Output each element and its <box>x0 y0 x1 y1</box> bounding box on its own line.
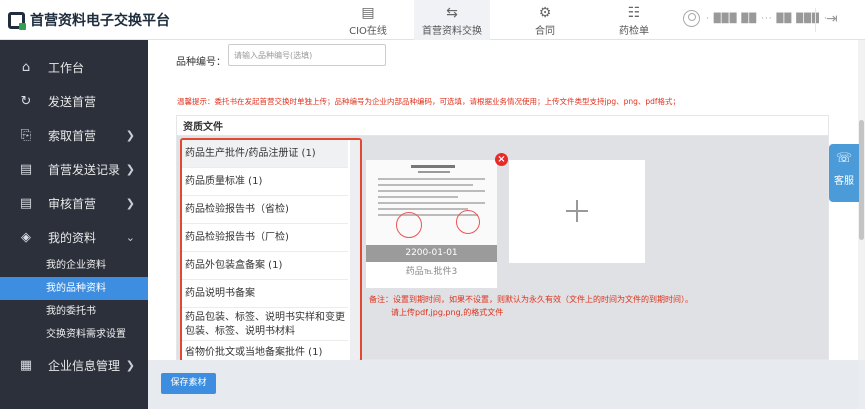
sidebar-item-label: 首营发送记录 <box>48 162 121 177</box>
app-logo[interactable]: 首营资料电子交换平台 <box>8 10 170 30</box>
nav-label: 首营资料交换 <box>422 26 482 37</box>
nav-contract[interactable]: ⚙ 合同 <box>507 0 583 40</box>
user-name: · ███ ██ ··· ██ ███ · <box>706 13 828 24</box>
document-type-item[interactable]: 省物价批文或当地备案批件 (1) <box>182 341 348 360</box>
sidebar-item-request[interactable]: ⎘ 索取首营 ❯ <box>0 118 148 152</box>
sidebar: ⌂ 工作台 ↻ 发送首营 ⎘ 索取首营 ❯ ▤ 首营发送记录 ❯ ▤ 审核首营 … <box>0 40 148 409</box>
send-icon: ↻ <box>20 93 32 109</box>
nav-label: 合同 <box>535 26 555 37</box>
uploaded-file-card[interactable]: 2200-01-01 药品℡批件3 <box>366 160 497 288</box>
sidebar-item-audit[interactable]: ▤ 审核首营 ❯ <box>0 186 148 220</box>
request-icon: ⎘ <box>20 127 32 143</box>
divider <box>815 8 816 32</box>
logout-icon[interactable]: ⇥ <box>826 11 838 27</box>
avatar-icon <box>683 10 700 27</box>
nav-label: 药检单 <box>619 26 649 37</box>
sidebar-item-workbench[interactable]: ⌂ 工作台 <box>0 50 148 84</box>
sidebar-item-label: 审核首营 <box>48 196 97 211</box>
document-preview-image[interactable] <box>366 160 497 245</box>
chevron-right-icon: ❯ <box>125 162 135 176</box>
variety-code-label: 品种编号： <box>176 57 226 68</box>
sidebar-item-label: 发送首营 <box>48 94 97 109</box>
document-type-item[interactable]: 药品质量标准 (1) <box>182 168 348 196</box>
top-bar: 首营资料电子交换平台 ▤ CIO在线 ⇆ 首营资料交换 ⚙ 合同 ☷ 药检单 ·… <box>0 0 865 40</box>
document-type-item[interactable]: 药品检验报告书（厂检) <box>182 224 348 252</box>
nav-cio-online[interactable]: ▤ CIO在线 <box>330 0 406 40</box>
nav-drug-inspection[interactable]: ☷ 药检单 <box>596 0 672 40</box>
sidebar-item-label: 索取首营 <box>48 128 97 143</box>
logo-icon <box>8 11 26 30</box>
sidebar-item-label: 我的资料 <box>48 230 97 245</box>
sidebar-item-records[interactable]: ▤ 首营发送记录 ❯ <box>0 152 148 186</box>
company-icon: ▦ <box>19 357 33 373</box>
chevron-down-icon: ⌄ <box>125 230 135 244</box>
home-icon: ⌂ <box>21 59 31 75</box>
customer-service-button[interactable]: ☏ 客服 <box>829 144 859 202</box>
sidebar-item-my-data[interactable]: ◈ 我的资料 ⌄ <box>0 220 148 254</box>
file-format-note: 请上传pdf,jpg,png,的格式文件 <box>391 308 504 317</box>
user-menu[interactable]: · ███ ██ ··· ██ ███ · <box>683 10 828 27</box>
main-content: 品种编号： 温馨提示：委托书在发起首营交换时单独上传；品种编号为企业内部品种编码… <box>148 40 858 360</box>
variety-code-input[interactable] <box>228 44 386 66</box>
chevron-right-icon: ❯ <box>125 358 135 372</box>
sidebar-item-company-info[interactable]: ▦ 企业信息管理 ❯ <box>0 348 148 382</box>
main-scrollbar[interactable] <box>858 40 865 360</box>
sidebar-subitem-power-of-attorney[interactable]: 我的委托书 <box>0 300 148 323</box>
expiry-note: 备注：设置到期时间，如果不设置，则默认为永久有效（文件上的时间为文件的到期时间）… <box>369 295 693 304</box>
file-name: 药品℡批件3 <box>405 267 458 277</box>
contract-icon: ⚙ <box>538 5 552 21</box>
exchange-icon: ⇆ <box>446 5 458 21</box>
add-file-button[interactable] <box>509 160 645 263</box>
sidebar-subitem-company-data[interactable]: 我的企业资料 <box>0 254 148 277</box>
nav-first-exchange[interactable]: ⇆ 首营资料交换 <box>414 0 490 40</box>
cio-online-icon: ▤ <box>361 5 375 21</box>
document-type-list: 药品生产批件/药品注册证 (1) 药品质量标准 (1) 药品检验报告书（省检) … <box>180 138 362 360</box>
layers-icon: ◈ <box>21 229 31 245</box>
bottom-action-bar: 保存素材 <box>148 360 858 409</box>
sidebar-item-send[interactable]: ↻ 发送首营 <box>0 84 148 118</box>
chevron-right-icon: ❯ <box>125 196 135 210</box>
document-type-item[interactable]: 药品检验报告书（省检) <box>182 196 348 224</box>
audit-icon: ▤ <box>19 195 33 211</box>
document-type-item[interactable]: 药品生产批件/药品注册证 (1) <box>182 140 348 168</box>
document-type-item[interactable]: 药品外包装盒备案 (1) <box>182 252 348 280</box>
sidebar-item-label: 企业信息管理 <box>48 358 121 373</box>
chevron-right-icon: ❯ <box>125 128 135 142</box>
sidebar-subitem-variety-data[interactable]: 我的品种资料 <box>0 277 148 300</box>
upload-tip: 温馨提示：委托书在发起首营交换时单独上传；品种编号为企业内部品种编码，可选填，请… <box>177 97 681 106</box>
drug-inspection-icon: ☷ <box>627 5 641 21</box>
document-type-item[interactable]: 药品说明书备案 <box>182 280 348 308</box>
qualification-section: 资质文件 药品生产批件/药品注册证 (1) 药品质量标准 (1) 药品检验报告书… <box>176 115 829 360</box>
save-button[interactable]: 保存素材 <box>161 373 216 394</box>
expiry-date[interactable]: 2200-01-01 <box>366 245 497 262</box>
list-scrollbar[interactable] <box>350 140 360 360</box>
sidebar-subitem-exchange-settings[interactable]: 交换资料需求设置 <box>0 323 148 346</box>
close-icon[interactable]: × <box>495 153 508 166</box>
document-type-item[interactable]: 药品包装、标签、说明书实样和变更包装、标签、说明书材料 <box>182 308 348 341</box>
customer-service-label: 客服 <box>834 176 854 187</box>
sidebar-item-label: 工作台 <box>48 60 85 75</box>
nav-label: CIO在线 <box>349 26 387 37</box>
section-title: 资质文件 <box>177 116 828 136</box>
record-icon: ▤ <box>19 161 33 177</box>
headset-icon: ☏ <box>835 151 853 166</box>
logo-text: 首营资料电子交换平台 <box>30 13 170 29</box>
scrollbar-thumb[interactable] <box>859 120 864 240</box>
